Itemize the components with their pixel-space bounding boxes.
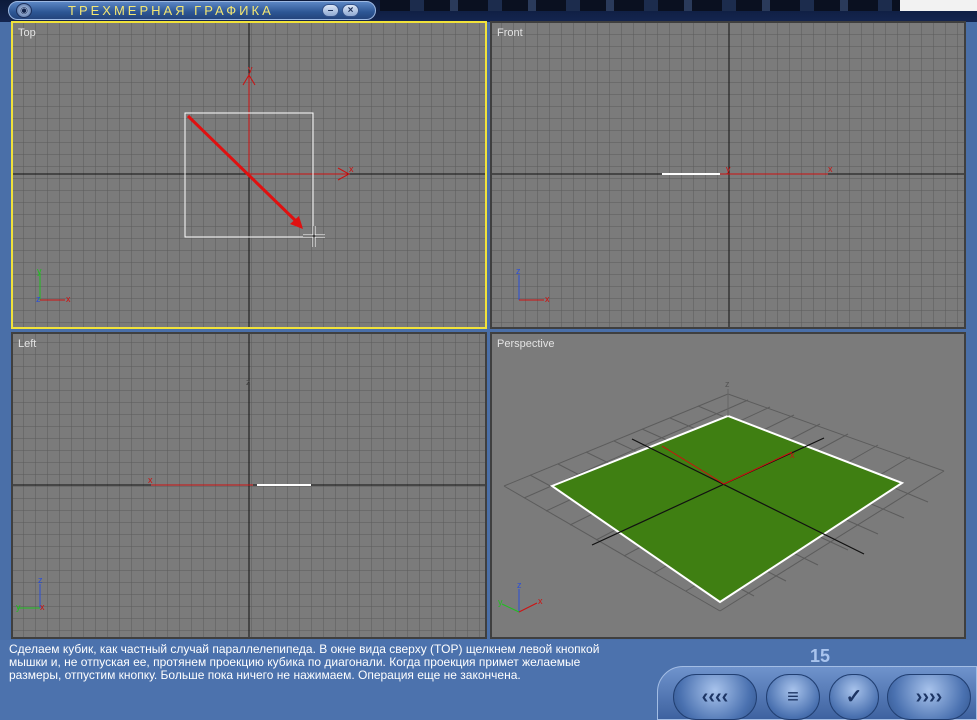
window-title: ТРЕХМЕРНАЯ ГРАФИКА [68,3,274,18]
close-button[interactable]: × [342,4,359,17]
svg-text:y: y [37,266,42,276]
viewport-top-canvas[interactable]: y x y x z [13,23,485,327]
minimize-button[interactable]: – [322,4,339,17]
menu-button[interactable]: ≡ [766,674,820,720]
svg-text:x: x [40,602,45,612]
viewport-front-canvas[interactable]: y x z x [492,23,964,327]
viewport-front[interactable]: y x z x Front [490,21,966,329]
gizmo-x-label: x [148,475,153,485]
gizmo-x-label: x [828,164,833,174]
viewport-top-label: Top [18,27,36,39]
gizmo-z-label: z [246,377,251,387]
page-number: 15 [810,646,831,666]
background-image-strip [380,0,900,11]
viewport-left[interactable]: x z z x y Left [11,332,487,639]
svg-text:z: z [36,294,41,304]
svg-text:x: x [545,294,550,304]
viewport-left-label: Left [18,338,37,350]
gizmo-x-label: x [790,450,795,460]
viewport-front-label: Front [497,27,523,39]
gizmo-y-label: y [726,164,731,174]
svg-text:z: z [38,575,43,585]
gizmo-z-label: z [725,379,730,389]
viewport-perspective-canvas[interactable]: z x z x y [492,334,964,637]
gizmo-x-label: x [349,164,354,174]
instruction-line-3: размеры, отпустим кнопку. Больше пока ни… [9,668,521,682]
svg-text:y: y [498,597,503,607]
svg-text:x: x [538,596,543,606]
title-bar: ◉ ТРЕХМЕРНАЯ ГРАФИКА – × [0,0,977,22]
viewport-left-canvas[interactable]: x z z x y [13,334,485,637]
background-white-strip [900,0,977,11]
gizmo-y-label: y [248,64,253,74]
viewport-perspective-label: Perspective [497,338,555,350]
next-button[interactable]: ›››› [887,674,971,720]
instruction-text: Сделаем кубик, как частный случай паралл… [9,643,659,682]
app-icon[interactable]: ◉ [16,3,32,18]
prev-button[interactable]: ‹‹‹‹ [673,674,757,720]
svg-text:x: x [66,294,71,304]
viewport-top[interactable]: y x y x z Top [11,21,487,329]
grid [492,23,964,327]
check-button[interactable]: ✓ [829,674,879,720]
svg-text:z: z [516,266,521,276]
viewport-perspective[interactable]: z x z x y Perspective [490,332,966,639]
box-base-plane [549,414,905,604]
svg-text:y: y [16,602,21,612]
axis-tripod-icon: z x y [498,580,543,613]
svg-text:z: z [517,580,522,590]
